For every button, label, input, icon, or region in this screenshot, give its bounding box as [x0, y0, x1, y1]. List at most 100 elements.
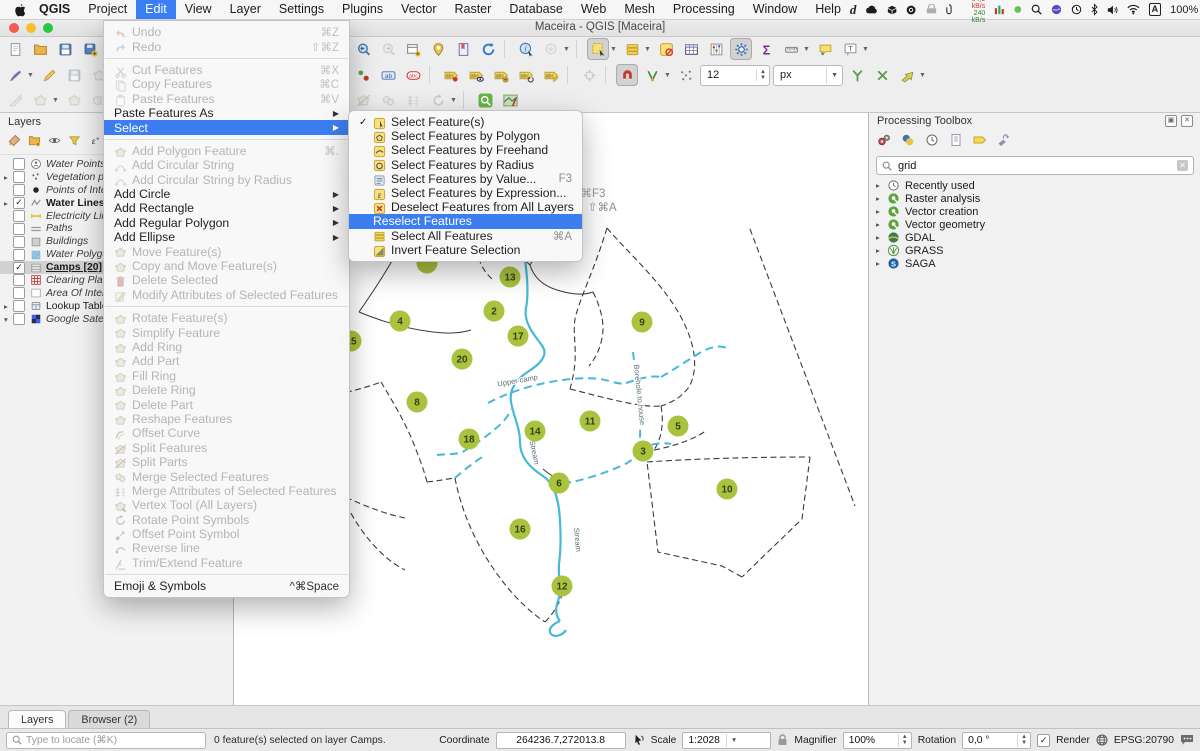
select-features-icon[interactable] — [587, 38, 609, 60]
edit-menu-item-reshape-features[interactable]: Reshape Features — [104, 412, 349, 426]
history-icon[interactable] — [925, 131, 939, 149]
expression-filter-icon[interactable]: ε — [88, 132, 101, 150]
edit-menu-item-vertex-tool-all-layers[interactable]: Vertex Tool (All Layers) — [104, 498, 349, 512]
layer-checkbox[interactable] — [13, 158, 25, 170]
menu-mesh[interactable]: Mesh — [615, 0, 664, 19]
select-submenu-item-reselect-features[interactable]: Reselect Features — [349, 214, 582, 228]
show-hidden-labels-icon[interactable]: abc — [465, 64, 487, 86]
rotate-point-symbols-dropdown-icon[interactable]: ▼ — [450, 97, 458, 104]
map-tips-icon[interactable] — [814, 38, 836, 60]
toolbox-group-grass[interactable]: ▸GRASS — [869, 244, 1200, 257]
edit-menu-item-modify-attributes-of-selected-features[interactable]: Modify Attributes of Selected Features — [104, 288, 349, 302]
layer-checkbox[interactable] — [13, 223, 25, 235]
layer-checkbox[interactable] — [13, 313, 25, 325]
open-attribute-table-icon[interactable] — [680, 38, 702, 60]
open-project-icon[interactable] — [29, 38, 51, 60]
menu-layer[interactable]: Layer — [221, 0, 270, 19]
expand-icon[interactable]: ▸ — [4, 199, 13, 208]
results-viewer-icon[interactable] — [949, 131, 963, 149]
cube-icon[interactable] — [887, 4, 897, 16]
toolbox-group-gdal[interactable]: ▸GDAL — [869, 231, 1200, 244]
menu-window[interactable]: Window — [744, 0, 806, 19]
save-layer-edits-icon[interactable] — [63, 64, 85, 86]
toggle-editing-icon[interactable] — [38, 64, 60, 86]
merge-selected-features-icon[interactable] — [377, 89, 399, 111]
edit-menu-item-trim-extend-feature[interactable]: Trim/Extend Feature — [104, 556, 349, 570]
models-icon[interactable] — [877, 131, 891, 149]
edit-menu-item-redo[interactable]: Redo⇧⌘Z — [104, 39, 349, 53]
georeferencer-icon[interactable] — [499, 89, 521, 111]
edit-menu-item-cut-features[interactable]: Cut Features⌘X — [104, 63, 349, 77]
edit-menu-item-copy-and-move-feature-s[interactable]: Copy and Move Feature(s) — [104, 259, 349, 273]
snapping-tolerance-input[interactable]: 12▲▼ — [700, 65, 770, 86]
move-feature-dropdown-icon[interactable]: ▼ — [52, 97, 60, 104]
edit-menu-item-add-circular-string[interactable]: Add Circular String — [104, 158, 349, 172]
green-dot-icon[interactable] — [1014, 5, 1022, 14]
menu-edit[interactable]: Edit — [136, 0, 176, 19]
basic-statistics-icon[interactable] — [705, 38, 727, 60]
edit-menu-item-add-polygon-feature[interactable]: Add Polygon Feature⌘. — [104, 144, 349, 158]
new-project-icon[interactable] — [4, 38, 26, 60]
new-map-view-icon[interactable] — [402, 38, 424, 60]
menu-web[interactable]: Web — [572, 0, 615, 19]
bluetooth-icon[interactable] — [1091, 3, 1098, 16]
python-icon[interactable] — [901, 131, 915, 149]
menu-settings[interactable]: Settings — [270, 0, 333, 19]
select-submenu-item-select-features-by-polygon[interactable]: Select Features by Polygon — [349, 129, 582, 143]
toolbox-search[interactable]: ✕ — [876, 156, 1194, 175]
expand-icon[interactable]: ▸ — [876, 259, 886, 268]
expand-icon[interactable]: ▸ — [876, 246, 886, 255]
statistical-summary-icon[interactable]: Σ — [755, 38, 777, 60]
menu-database[interactable]: Database — [500, 0, 572, 19]
edit-menu-item-move-feature-s[interactable]: Move Feature(s) — [104, 244, 349, 258]
select-features-dropdown-icon[interactable]: ▼ — [610, 46, 618, 53]
float-panel-icon[interactable]: ▣ — [1165, 115, 1177, 127]
search-icon[interactable] — [1031, 3, 1042, 16]
edit-menu-item-split-parts[interactable]: Split Parts — [104, 455, 349, 469]
layer-checkbox[interactable] — [13, 184, 25, 196]
edit-menu-item-rotate-feature-s[interactable]: Rotate Feature(s) — [104, 311, 349, 325]
add-group-icon[interactable] — [28, 132, 41, 150]
split-features-icon[interactable] — [352, 89, 374, 111]
docker-icon[interactable]: d — [850, 2, 857, 18]
current-edits-dropdown-icon[interactable]: ▼ — [27, 72, 35, 79]
layer-checkbox[interactable] — [13, 171, 25, 183]
edit-menu-item-delete-selected[interactable]: Delete Selected — [104, 273, 349, 287]
menu-project[interactable]: Project — [79, 0, 136, 19]
edit-menu-item-add-circular-string-by-radius[interactable]: Add Circular String by Radius — [104, 173, 349, 187]
select-submenu-item-select-features-by-expression[interactable]: εSelect Features by Expression...⌘F3 — [349, 186, 582, 200]
menu-raster[interactable]: Raster — [445, 0, 500, 19]
edit-menu-item-paste-features-as[interactable]: Paste Features As▶ — [104, 106, 349, 120]
edit-menu-item-undo[interactable]: Undo⌘Z — [104, 25, 349, 39]
edit-menu-item-merge-selected-features[interactable]: Merge Selected Features — [104, 469, 349, 483]
edit-menu-item-add-rectangle[interactable]: Add Rectangle▶ — [104, 201, 349, 215]
clear-search-icon[interactable]: ✕ — [1177, 160, 1188, 171]
select-submenu-item-select-features-by-radius[interactable]: Select Features by Radius — [349, 158, 582, 172]
menu-help[interactable]: Help — [806, 0, 850, 19]
toolbox-group-raster-analysis[interactable]: ▸Raster analysis — [869, 192, 1200, 205]
select-submenu-item-select-feature-s[interactable]: ✓Select Feature(s) — [349, 115, 582, 129]
filter-legend-icon[interactable] — [68, 132, 81, 150]
show-bookmarks-icon[interactable] — [452, 38, 474, 60]
menu-processing[interactable]: Processing — [664, 0, 744, 19]
edit-menu-item-merge-attributes-of-selected-features[interactable]: Merge Attributes of Selected Features — [104, 484, 349, 498]
render-checkbox[interactable]: ✓ — [1037, 734, 1050, 747]
cad-ruler-icon[interactable] — [4, 89, 26, 111]
time-machine-icon[interactable] — [1071, 3, 1082, 16]
refresh-map-icon[interactable] — [477, 38, 499, 60]
edit-menu-item-add-circle[interactable]: Add Circle▶ — [104, 187, 349, 201]
layer-checkbox[interactable] — [13, 249, 25, 261]
select-submenu-item-deselect-features-from-all-layers[interactable]: Deselect Features from All Layers⇧⌘A — [349, 200, 582, 214]
snapping-mode-icon[interactable] — [641, 64, 663, 86]
tab-browser[interactable]: Browser (2) — [68, 710, 150, 729]
clip-icon[interactable] — [946, 3, 952, 16]
menu-plugins[interactable]: Plugins — [333, 0, 392, 19]
edit-menu-item-simplify-feature[interactable]: Simplify Feature — [104, 325, 349, 339]
epsg-button[interactable]: EPSG:20790 — [1114, 735, 1174, 746]
chevron-down-icon[interactable]: ▼ — [726, 734, 741, 747]
siri-icon[interactable] — [1051, 3, 1062, 16]
manage-themes-icon[interactable] — [48, 132, 61, 150]
input-source-badge[interactable]: A — [1149, 3, 1162, 16]
zoom-last-icon[interactable] — [352, 38, 374, 60]
edit-menu-item-split-features[interactable]: Split Features — [104, 441, 349, 455]
